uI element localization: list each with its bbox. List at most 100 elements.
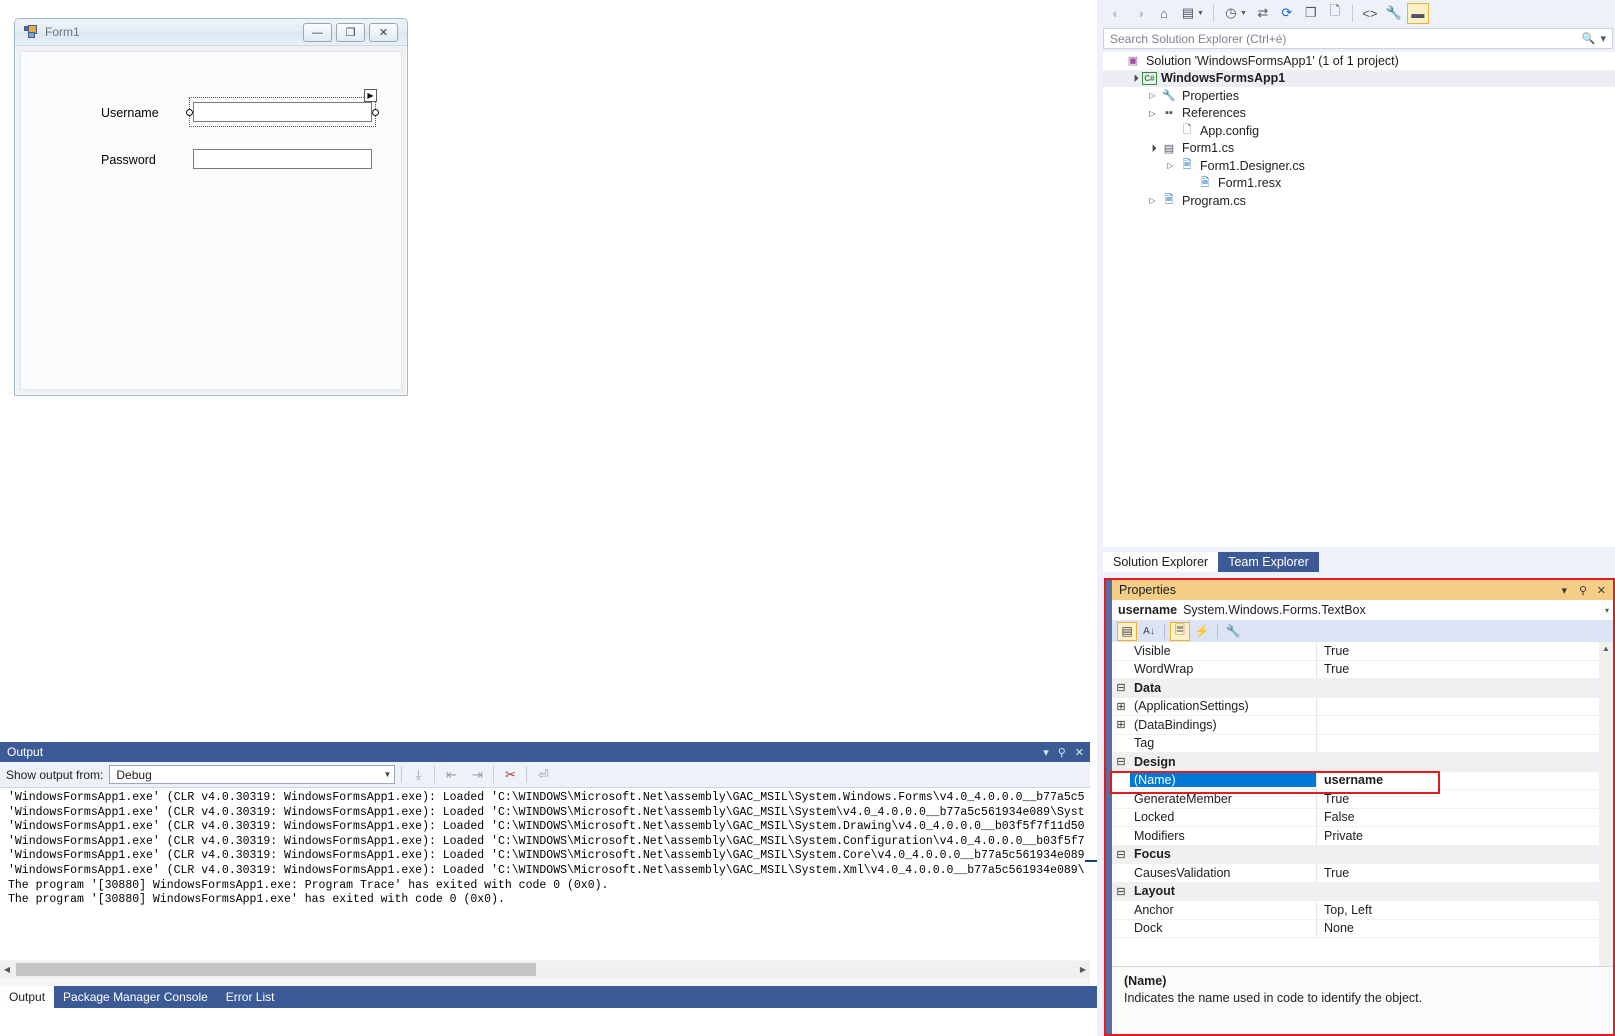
show-all-files-icon[interactable]: 🗋 <box>1324 3 1346 24</box>
property-row-modifiers[interactable]: Modifiers Private <box>1112 826 1599 846</box>
close-icon[interactable]: ✕ <box>1597 580 1606 600</box>
collapse-icon[interactable]: ⊟ <box>1112 848 1130 861</box>
property-value[interactable]: True <box>1316 642 1599 660</box>
twisty-expanded-icon[interactable]: ◢ <box>1144 140 1160 156</box>
twisty-expanded-icon[interactable]: ◢ <box>1126 70 1142 86</box>
chevron-down-icon[interactable]: ▾ <box>1043 746 1049 759</box>
pin-icon[interactable]: ⚲ <box>1058 746 1066 759</box>
tree-item-solution-windowsformsapp1-1-of-1-project[interactable]: ▣ Solution 'WindowsFormsApp1' (1 of 1 pro… <box>1103 52 1615 70</box>
search-solution-explorer-input[interactable]: Search Solution Explorer (Ctrl+é) 🔍 ▾ <box>1103 28 1613 49</box>
form-close-button[interactable]: ✕ <box>369 23 398 42</box>
property-row-databindings[interactable]: ⊞ (DataBindings) <box>1112 715 1599 735</box>
solution-explorer-tree[interactable]: ▣ Solution 'WindowsFormsApp1' (1 of 1 pro… <box>1103 52 1615 547</box>
tree-item-properties[interactable]: ▷ 🔧 Properties <box>1103 87 1615 105</box>
property-row-wordwrap[interactable]: WordWrap True <box>1112 660 1599 679</box>
resize-handle-left[interactable] <box>186 109 193 116</box>
textbox-username-selection[interactable]: ▶ <box>186 89 379 127</box>
form-maximize-button[interactable]: ❐ <box>336 23 365 42</box>
tab-output[interactable]: Output <box>0 986 55 1008</box>
collapse-icon[interactable]: ⊟ <box>1112 681 1130 694</box>
back-icon[interactable]: ◐ <box>1105 3 1127 24</box>
property-row-causesvalidation[interactable]: CausesValidation True <box>1112 863 1599 883</box>
property-value[interactable]: True <box>1316 789 1599 808</box>
property-value[interactable] <box>1316 734 1599 753</box>
events-icon[interactable]: ⚡ <box>1192 622 1212 641</box>
scroll-up-arrow-icon[interactable]: ▲ <box>1599 642 1613 656</box>
toggle-word-wrap-icon[interactable]: ⏎ <box>533 765 553 785</box>
alphabetical-icon[interactable]: A↓ <box>1139 622 1159 641</box>
label-username[interactable]: Username <box>101 106 159 120</box>
property-value[interactable] <box>1316 697 1599 716</box>
tree-item-form1-resx[interactable]: 🗎 Form1.resx <box>1103 175 1615 193</box>
scroll-thumb[interactable] <box>16 963 536 976</box>
output-text-content[interactable]: 'WindowsFormsApp1.exe' (CLR v4.0.30319: … <box>0 788 1090 960</box>
property-row-tag[interactable]: Tag <box>1112 734 1599 753</box>
scroll-right-arrow-icon[interactable]: ▶ <box>1076 965 1090 974</box>
chevron-down-icon[interactable]: ▼ <box>1197 10 1204 17</box>
properties-object-selector[interactable]: username System.Windows.Forms.TextBox ▾ <box>1112 600 1613 620</box>
categorized-icon[interactable]: ▤ <box>1117 621 1137 641</box>
property-row-visible[interactable]: Visible True <box>1112 642 1599 661</box>
new-folder-icon[interactable]: ▤ <box>1177 3 1199 24</box>
property-value[interactable]: True <box>1316 863 1599 882</box>
forward-icon[interactable]: ◑ <box>1129 3 1151 24</box>
view-code-icon[interactable]: <> <box>1359 3 1381 24</box>
textbox-password[interactable] <box>193 149 372 169</box>
pin-icon[interactable]: ⚲ <box>1579 580 1587 600</box>
twisty-collapsed-icon[interactable]: ▷ <box>1145 91 1160 100</box>
property-value[interactable]: Private <box>1316 826 1599 845</box>
form-designer-window[interactable]: Form1 — ❐ ✕ Username Password ▶ <box>14 18 408 396</box>
find-message-icon[interactable]: ⤓ <box>408 765 428 785</box>
property-category-data[interactable]: ⊟ Data <box>1112 679 1599 698</box>
properties-icon[interactable]: 🔧 <box>1383 3 1405 24</box>
go-to-next-icon[interactable]: ⇥ <box>467 765 487 785</box>
home-icon[interactable]: ⌂ <box>1153 3 1175 24</box>
property-category-layout[interactable]: ⊟ Layout <box>1112 882 1599 901</box>
property-row-generatemember[interactable]: GenerateMember True <box>1112 789 1599 809</box>
property-value[interactable]: username <box>1316 771 1599 790</box>
chevron-down-icon[interactable]: ▾ <box>1600 32 1606 45</box>
tree-item-form1-cs[interactable]: ◢ ▤ Form1.cs <box>1103 140 1615 158</box>
tree-item-program-cs[interactable]: ▷ 🗎 Program.cs <box>1103 192 1615 210</box>
chevron-down-icon[interactable]: ▾ <box>1561 580 1567 600</box>
property-value[interactable] <box>1316 715 1599 734</box>
pending-changes-icon[interactable]: ◷ <box>1220 3 1242 24</box>
expand-icon[interactable]: ⊞ <box>1112 700 1130 713</box>
twisty-collapsed-icon[interactable]: ▷ <box>1145 109 1160 118</box>
tree-item-app-config[interactable]: 🗋 App.config <box>1103 122 1615 140</box>
tab-error-list[interactable]: Error List <box>217 986 284 1008</box>
designer-surface[interactable]: Form1 — ❐ ✕ Username Password ▶ <box>0 0 1097 742</box>
twisty-collapsed-icon[interactable]: ▷ <box>1145 196 1160 205</box>
tab-solution-explorer[interactable]: Solution Explorer <box>1103 552 1219 572</box>
tree-item-windowsformsapp1[interactable]: ◢ C# WindowsFormsApp1 <box>1103 69 1615 87</box>
property-row-applicationsettings[interactable]: ⊞ (ApplicationSettings) <box>1112 697 1599 716</box>
close-icon[interactable]: ✕ <box>1075 746 1084 759</box>
preview-selected-items-icon[interactable]: ▬ <box>1406 2 1429 24</box>
chevron-down-icon[interactable]: ▼ <box>1240 10 1247 17</box>
property-value[interactable]: False <box>1316 808 1599 827</box>
chevron-down-icon[interactable]: ▾ <box>1605 606 1609 615</box>
tree-item-form1-designer-cs[interactable]: ▷ 🗎 Form1.Designer.cs <box>1103 157 1615 175</box>
collapse-icon[interactable]: ⊟ <box>1112 885 1130 898</box>
tree-item-references[interactable]: ▷ ▪▪ References <box>1103 105 1615 123</box>
property-pages-icon[interactable]: 🔧 <box>1223 622 1243 641</box>
scroll-left-arrow-icon[interactable]: ◀ <box>0 965 14 974</box>
tab-team-explorer[interactable]: Team Explorer <box>1218 552 1319 572</box>
property-row-dock[interactable]: Dock None <box>1112 919 1599 938</box>
properties-page-icon[interactable]: 🗏 <box>1170 621 1190 641</box>
collapse-all-icon[interactable]: ❐ <box>1300 3 1322 24</box>
property-category-focus[interactable]: ⊟ Focus <box>1112 845 1599 864</box>
property-value[interactable]: True <box>1316 660 1599 679</box>
property-category-design[interactable]: ⊟ Design <box>1112 753 1599 772</box>
resize-handle-right[interactable] <box>372 109 379 116</box>
property-value[interactable]: Top, Left <box>1316 900 1599 919</box>
go-to-previous-icon[interactable]: ⇤ <box>441 765 461 785</box>
tab-package-manager-console[interactable]: Package Manager Console <box>54 986 217 1008</box>
properties-grid[interactable]: Visible True WordWrap True ⊟ Data ⊞ (Applicatio… <box>1112 642 1599 966</box>
output-source-select[interactable]: Debug ▼ <box>109 765 396 784</box>
textbox-username[interactable] <box>193 102 372 122</box>
refresh-icon[interactable]: ⟳ <box>1276 3 1298 24</box>
property-row-anchor[interactable]: Anchor Top, Left <box>1112 900 1599 920</box>
twisty-collapsed-icon[interactable]: ▷ <box>1163 161 1178 170</box>
property-row-locked[interactable]: Locked False <box>1112 808 1599 827</box>
